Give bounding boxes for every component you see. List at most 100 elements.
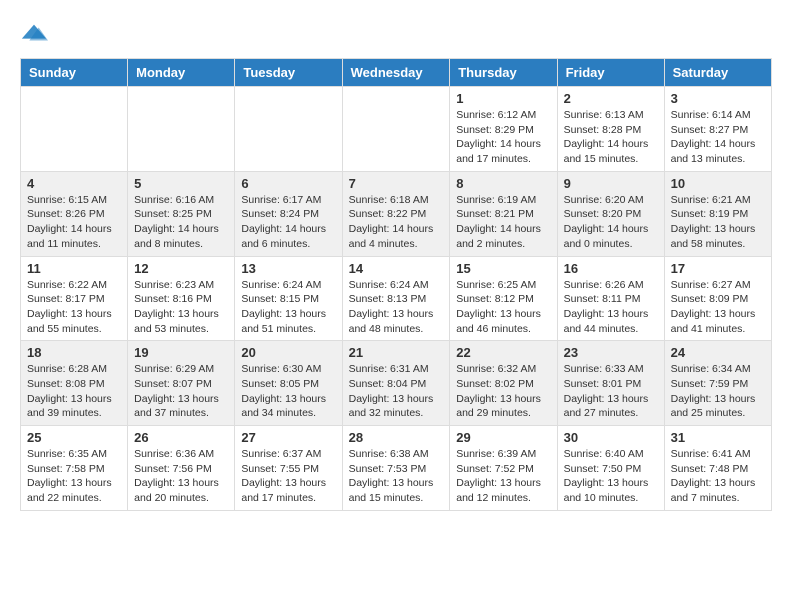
day-number: 6 [241,176,335,191]
calendar-cell: 28Sunrise: 6:38 AM Sunset: 7:53 PM Dayli… [342,426,450,511]
cell-content: Sunrise: 6:23 AM Sunset: 8:16 PM Dayligh… [134,278,228,337]
cell-content: Sunrise: 6:24 AM Sunset: 8:15 PM Dayligh… [241,278,335,337]
calendar-cell: 6 Sunrise: 6:17 AM Sunset: 8:24 PM Daylig… [235,171,342,256]
calendar-cell: 31 Sunrise: 6:41 AM Sunset: 7:48 PM Dayli… [664,426,771,511]
calendar-week-row: 4 Sunrise: 6:15 AM Sunset: 8:26 PM Daylig… [21,171,772,256]
cell-content: Sunrise: 6:20 AM Sunset: 8:20 PM Dayligh… [564,193,658,252]
cell-content: Sunrise: 6:40 AM Sunset: 7:50 PM Dayligh… [564,447,658,506]
day-number: 26 [134,430,228,445]
day-number: 16 [564,261,658,276]
cell-content: Sunrise: 6:15 AM Sunset: 8:26 PM Dayligh… [27,193,121,252]
cell-content: Sunrise: 6:41 AM Sunset: 7:48 PM Dayligh… [671,447,765,506]
calendar-cell: 4 Sunrise: 6:15 AM Sunset: 8:26 PM Daylig… [21,171,128,256]
calendar-cell: 18 Sunrise: 6:28 AM Sunset: 8:08 PM Dayli… [21,341,128,426]
cell-content: Sunrise: 6:24 AM Sunset: 8:13 PM Dayligh… [349,278,444,337]
cell-content: Sunrise: 6:28 AM Sunset: 8:08 PM Dayligh… [27,362,121,421]
cell-content: Sunrise: 6:38 AM Sunset: 7:53 PM Dayligh… [349,447,444,506]
calendar-cell: 8 Sunrise: 6:19 AM Sunset: 8:21 PM Daylig… [450,171,557,256]
day-number: 17 [671,261,765,276]
cell-content: Sunrise: 6:27 AM Sunset: 8:09 PM Dayligh… [671,278,765,337]
calendar-cell: 1 Sunrise: 6:12 AM Sunset: 8:29 PM Daylig… [450,87,557,172]
calendar-header-row: SundayMondayTuesdayWednesdayThursdayFrid… [21,59,772,87]
calendar-cell: 24 Sunrise: 6:34 AM Sunset: 7:59 PM Dayli… [664,341,771,426]
day-number: 19 [134,345,228,360]
calendar-cell [235,87,342,172]
calendar-cell: 17 Sunrise: 6:27 AM Sunset: 8:09 PM Dayli… [664,256,771,341]
day-number: 10 [671,176,765,191]
cell-content: Sunrise: 6:30 AM Sunset: 8:05 PM Dayligh… [241,362,335,421]
calendar-cell: 14 Sunrise: 6:24 AM Sunset: 8:13 PM Dayli… [342,256,450,341]
day-number: 25 [27,430,121,445]
day-number: 9 [564,176,658,191]
day-number: 24 [671,345,765,360]
day-number: 22 [456,345,550,360]
cell-content: Sunrise: 6:34 AM Sunset: 7:59 PM Dayligh… [671,362,765,421]
cell-content: Sunrise: 6:22 AM Sunset: 8:17 PM Dayligh… [27,278,121,337]
calendar-cell [342,87,450,172]
calendar-week-row: 1 Sunrise: 6:12 AM Sunset: 8:29 PM Daylig… [21,87,772,172]
day-number: 7 [349,176,444,191]
calendar-header-wednesday: Wednesday [342,59,450,87]
day-number: 11 [27,261,121,276]
cell-content: Sunrise: 6:36 AM Sunset: 7:56 PM Dayligh… [134,447,228,506]
calendar-header-monday: Monday [128,59,235,87]
cell-content: Sunrise: 6:33 AM Sunset: 8:01 PM Dayligh… [564,362,658,421]
calendar-cell: 3 Sunrise: 6:14 AM Sunset: 8:27 PM Daylig… [664,87,771,172]
calendar-cell: 9 Sunrise: 6:20 AM Sunset: 8:20 PM Daylig… [557,171,664,256]
cell-content: Sunrise: 6:26 AM Sunset: 8:11 PM Dayligh… [564,278,658,337]
calendar-cell: 21 Sunrise: 6:31 AM Sunset: 8:04 PM Dayli… [342,341,450,426]
calendar-cell: 15Sunrise: 6:25 AM Sunset: 8:12 PM Dayli… [450,256,557,341]
calendar-cell: 23 Sunrise: 6:33 AM Sunset: 8:01 PM Dayli… [557,341,664,426]
calendar-cell: 12 Sunrise: 6:23 AM Sunset: 8:16 PM Dayli… [128,256,235,341]
calendar-header-friday: Friday [557,59,664,87]
calendar-cell: 16 Sunrise: 6:26 AM Sunset: 8:11 PM Dayli… [557,256,664,341]
day-number: 2 [564,91,658,106]
calendar-cell: 2 Sunrise: 6:13 AM Sunset: 8:28 PM Daylig… [557,87,664,172]
calendar-cell: 11 Sunrise: 6:22 AM Sunset: 8:17 PM Dayli… [21,256,128,341]
calendar-header-sunday: Sunday [21,59,128,87]
calendar-header-tuesday: Tuesday [235,59,342,87]
calendar-cell: 26 Sunrise: 6:36 AM Sunset: 7:56 PM Dayli… [128,426,235,511]
cell-content: Sunrise: 6:12 AM Sunset: 8:29 PM Dayligh… [456,108,550,167]
calendar-table: SundayMondayTuesdayWednesdayThursdayFrid… [20,58,772,511]
calendar-cell [128,87,235,172]
header [20,20,772,48]
calendar-week-row: 25 Sunrise: 6:35 AM Sunset: 7:58 PM Dayli… [21,426,772,511]
day-number: 29 [456,430,550,445]
day-number: 5 [134,176,228,191]
day-number: 18 [27,345,121,360]
day-number: 12 [134,261,228,276]
calendar-week-row: 18 Sunrise: 6:28 AM Sunset: 8:08 PM Dayli… [21,341,772,426]
day-number: 20 [241,345,335,360]
day-number: 14 [349,261,444,276]
calendar-cell: 5Sunrise: 6:16 AM Sunset: 8:25 PM Daylig… [128,171,235,256]
logo-icon [20,20,48,48]
cell-content: Sunrise: 6:25 AM Sunset: 8:12 PM Dayligh… [456,278,550,337]
day-number: 1 [456,91,550,106]
logo [20,20,52,48]
cell-content: Sunrise: 6:17 AM Sunset: 8:24 PM Dayligh… [241,193,335,252]
calendar-cell [21,87,128,172]
day-number: 30 [564,430,658,445]
day-number: 27 [241,430,335,445]
cell-content: Sunrise: 6:35 AM Sunset: 7:58 PM Dayligh… [27,447,121,506]
calendar-cell: 20 Sunrise: 6:30 AM Sunset: 8:05 PM Dayli… [235,341,342,426]
calendar-cell: 19Sunrise: 6:29 AM Sunset: 8:07 PM Dayli… [128,341,235,426]
day-number: 23 [564,345,658,360]
calendar-header-saturday: Saturday [664,59,771,87]
cell-content: Sunrise: 6:31 AM Sunset: 8:04 PM Dayligh… [349,362,444,421]
cell-content: Sunrise: 6:21 AM Sunset: 8:19 PM Dayligh… [671,193,765,252]
calendar-cell: 25 Sunrise: 6:35 AM Sunset: 7:58 PM Dayli… [21,426,128,511]
cell-content: Sunrise: 6:19 AM Sunset: 8:21 PM Dayligh… [456,193,550,252]
day-number: 8 [456,176,550,191]
cell-content: Sunrise: 6:14 AM Sunset: 8:27 PM Dayligh… [671,108,765,167]
day-number: 4 [27,176,121,191]
calendar-cell: 29Sunrise: 6:39 AM Sunset: 7:52 PM Dayli… [450,426,557,511]
calendar-header-thursday: Thursday [450,59,557,87]
day-number: 21 [349,345,444,360]
cell-content: Sunrise: 6:32 AM Sunset: 8:02 PM Dayligh… [456,362,550,421]
day-number: 31 [671,430,765,445]
day-number: 3 [671,91,765,106]
cell-content: Sunrise: 6:18 AM Sunset: 8:22 PM Dayligh… [349,193,444,252]
cell-content: Sunrise: 6:13 AM Sunset: 8:28 PM Dayligh… [564,108,658,167]
